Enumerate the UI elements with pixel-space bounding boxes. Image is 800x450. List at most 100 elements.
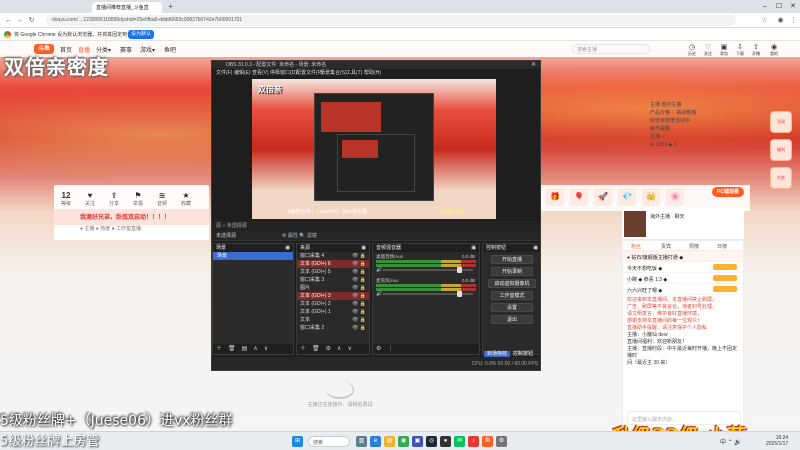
- download-icon[interactable]: ⇩ 下载: [734, 43, 746, 57]
- task-view-icon[interactable]: ▥: [356, 436, 367, 447]
- exit-button[interactable]: 退出: [491, 315, 533, 324]
- obs-preview[interactable]: 双倍亲 5级粉丝牌+（Juese06）进vx粉丝群 升级32级: [252, 79, 496, 219]
- more-icon[interactable]: ⋮: [387, 346, 393, 352]
- dock-close-icon[interactable]: ▣: [471, 244, 476, 252]
- rank-row[interactable]: 今天不想吃饭 ◆: [623, 262, 743, 273]
- eye-lock-icon[interactable]: 👁 🔒: [352, 268, 366, 276]
- wave-icon[interactable]: ≋ 音频: [152, 191, 172, 207]
- add-icon[interactable]: ＋: [216, 346, 222, 352]
- source-item[interactable]: 文本 (GDI+) 5 👁 🔒: [297, 268, 369, 276]
- minimize-icon[interactable]: –: [760, 2, 770, 11]
- profile-icon[interactable]: ◉: [776, 16, 785, 25]
- store-icon[interactable]: ▣: [412, 436, 423, 447]
- dock-close-icon[interactable]: ▣: [285, 244, 290, 252]
- obs-menu-item[interactable]: 场景集合(S): [320, 69, 347, 77]
- gift-icon[interactable]: ▣ 背包: [718, 43, 730, 57]
- close-icon[interactable]: ✕: [788, 2, 798, 11]
- event-badge[interactable]: 福利: [770, 139, 792, 161]
- music-icon[interactable]: ♪: [468, 436, 479, 447]
- gift-icon[interactable]: 👑: [642, 188, 660, 206]
- maximize-icon[interactable]: ☐: [774, 2, 784, 11]
- obs-menu-item[interactable]: 工具(T): [346, 69, 362, 77]
- reload-icon[interactable]: ↻: [27, 16, 36, 25]
- move-down-icon[interactable]: ∨: [264, 346, 268, 352]
- douyu-icon[interactable]: 鱼: [482, 436, 493, 447]
- star-icon[interactable]: ☆: [760, 16, 769, 25]
- source-item[interactable]: 文本 (GDI+) 3 👁 🔒: [297, 292, 369, 300]
- browser-tab[interactable]: 直播间推荐直播_斗鱼直: [92, 2, 162, 13]
- gift-icon[interactable]: 💎: [618, 188, 636, 206]
- eye-lock-icon[interactable]: 👁 🔒: [352, 324, 366, 332]
- chat-tab[interactable]: 周榜: [689, 243, 699, 250]
- eye-lock-icon[interactable]: 👁 🔒: [352, 260, 366, 268]
- chat-tab[interactable]: 贵宾: [661, 243, 671, 250]
- start-streaming-button[interactable]: 开始直播: [491, 255, 533, 264]
- dock-close-icon[interactable]: ▣: [533, 244, 538, 252]
- eye-lock-icon[interactable]: 👁 🔒: [352, 284, 366, 292]
- gift-icon[interactable]: 🎈: [570, 188, 588, 206]
- eye-lock-icon[interactable]: 👁 🔒: [352, 276, 366, 284]
- eye-lock-icon[interactable]: 👁 🔒: [352, 292, 366, 300]
- system-tray[interactable]: 中 ⌃ 🔊: [720, 437, 742, 446]
- url-field[interactable]: douyu.com/... 1239006118896dyshid=25e0fb…: [46, 15, 736, 26]
- explorer-icon[interactable]: ▤: [384, 436, 395, 447]
- rank-row[interactable]: 小碗 ◆ 恭喜 1:3 ◆: [623, 273, 743, 284]
- gift-icon[interactable]: 🚀: [594, 188, 612, 206]
- wechat-icon[interactable]: ✉: [454, 436, 465, 447]
- clock[interactable]: 16:24 2025/1/17: [766, 435, 788, 447]
- source-item[interactable]: 文本 👁 🔒: [297, 316, 369, 324]
- pc-watch-button[interactable]: PC端观看: [712, 187, 744, 197]
- obs-menu-item[interactable]: 编辑(E): [234, 69, 251, 77]
- move-up-icon[interactable]: ∧: [337, 346, 341, 352]
- dock-close-icon[interactable]: ▣: [361, 244, 366, 252]
- scene-item[interactable]: 场景: [213, 252, 293, 260]
- edge-icon[interactable]: e: [370, 436, 381, 447]
- upload-icon[interactable]: ⇧ 开播: [750, 43, 762, 57]
- rank-row[interactable]: ● 钻石/旗舰版主播打通 ◆: [623, 251, 743, 262]
- set-default-button[interactable]: 设为默认: [128, 30, 154, 39]
- chat-tab[interactable]: 日榜: [717, 243, 727, 250]
- speaker-icon[interactable]: 🔊: [376, 291, 382, 297]
- obs-menu-item[interactable]: 帮助(H): [364, 69, 381, 77]
- obs-menu-item[interactable]: 查看(V): [252, 69, 269, 77]
- obs-menu-item[interactable]: 文件(F): [216, 69, 232, 77]
- eye-lock-icon[interactable]: 👁 🔒: [352, 252, 366, 260]
- source-item[interactable]: 图片 👁 🔒: [297, 284, 369, 292]
- filter-icon[interactable]: ▤: [242, 346, 248, 352]
- obs-icon[interactable]: ●: [440, 436, 451, 447]
- user-icon[interactable]: ◉ 我的: [768, 43, 780, 57]
- gift-icon[interactable]: 🌸: [666, 188, 684, 206]
- remove-icon[interactable]: 🗑: [228, 346, 236, 352]
- studio-mode-button[interactable]: 工作室模式: [491, 291, 533, 300]
- settings-icon[interactable]: ⚙: [496, 436, 507, 447]
- obs-menu-item[interactable]: 配置文件(P): [296, 69, 323, 77]
- settings-button[interactable]: 设置: [491, 303, 533, 312]
- star-icon[interactable]: ★ 收藏: [176, 191, 196, 207]
- chat-tab[interactable]: 粉丝: [631, 243, 641, 250]
- forward-icon[interactable]: →: [15, 16, 24, 25]
- volume-knob[interactable]: [456, 291, 462, 297]
- gear-icon[interactable]: ⚙: [376, 346, 381, 352]
- source-props-filters[interactable]: ⚙ 属性 🔍 滤镜: [282, 231, 317, 241]
- steam-icon[interactable]: ◎: [426, 436, 437, 447]
- chrome-icon[interactable]: ◉: [398, 436, 409, 447]
- heart-icon[interactable]: ♥ 关注: [80, 191, 100, 207]
- volume-slider[interactable]: [383, 291, 473, 297]
- speaker-icon[interactable]: 🔊: [376, 267, 382, 273]
- gear-icon[interactable]: ⚙: [326, 346, 331, 352]
- eye-lock-icon[interactable]: 👁 🔒: [352, 300, 366, 308]
- volume-knob[interactable]: [456, 267, 462, 273]
- nav-item[interactable]: 赛事: [120, 45, 132, 54]
- move-down-icon[interactable]: ∨: [347, 346, 351, 352]
- gift-icon[interactable]: 🎁: [546, 188, 564, 206]
- windows-icon[interactable]: ⊞: [292, 436, 303, 447]
- nav-item[interactable]: 鱼吧: [164, 45, 176, 54]
- taskbar-search[interactable]: 搜索: [308, 436, 350, 447]
- start-recording-button[interactable]: 开始录制: [491, 267, 533, 276]
- eye-lock-icon[interactable]: 👁 🔒: [352, 316, 366, 324]
- obs-close-icon[interactable]: ✕: [531, 61, 536, 69]
- nav-item[interactable]: 游戏▾: [140, 45, 155, 54]
- remove-icon[interactable]: 🗑: [312, 346, 320, 352]
- volume-slider[interactable]: [383, 267, 473, 273]
- obs-menu-item[interactable]: 停靠窗口(D): [270, 69, 297, 77]
